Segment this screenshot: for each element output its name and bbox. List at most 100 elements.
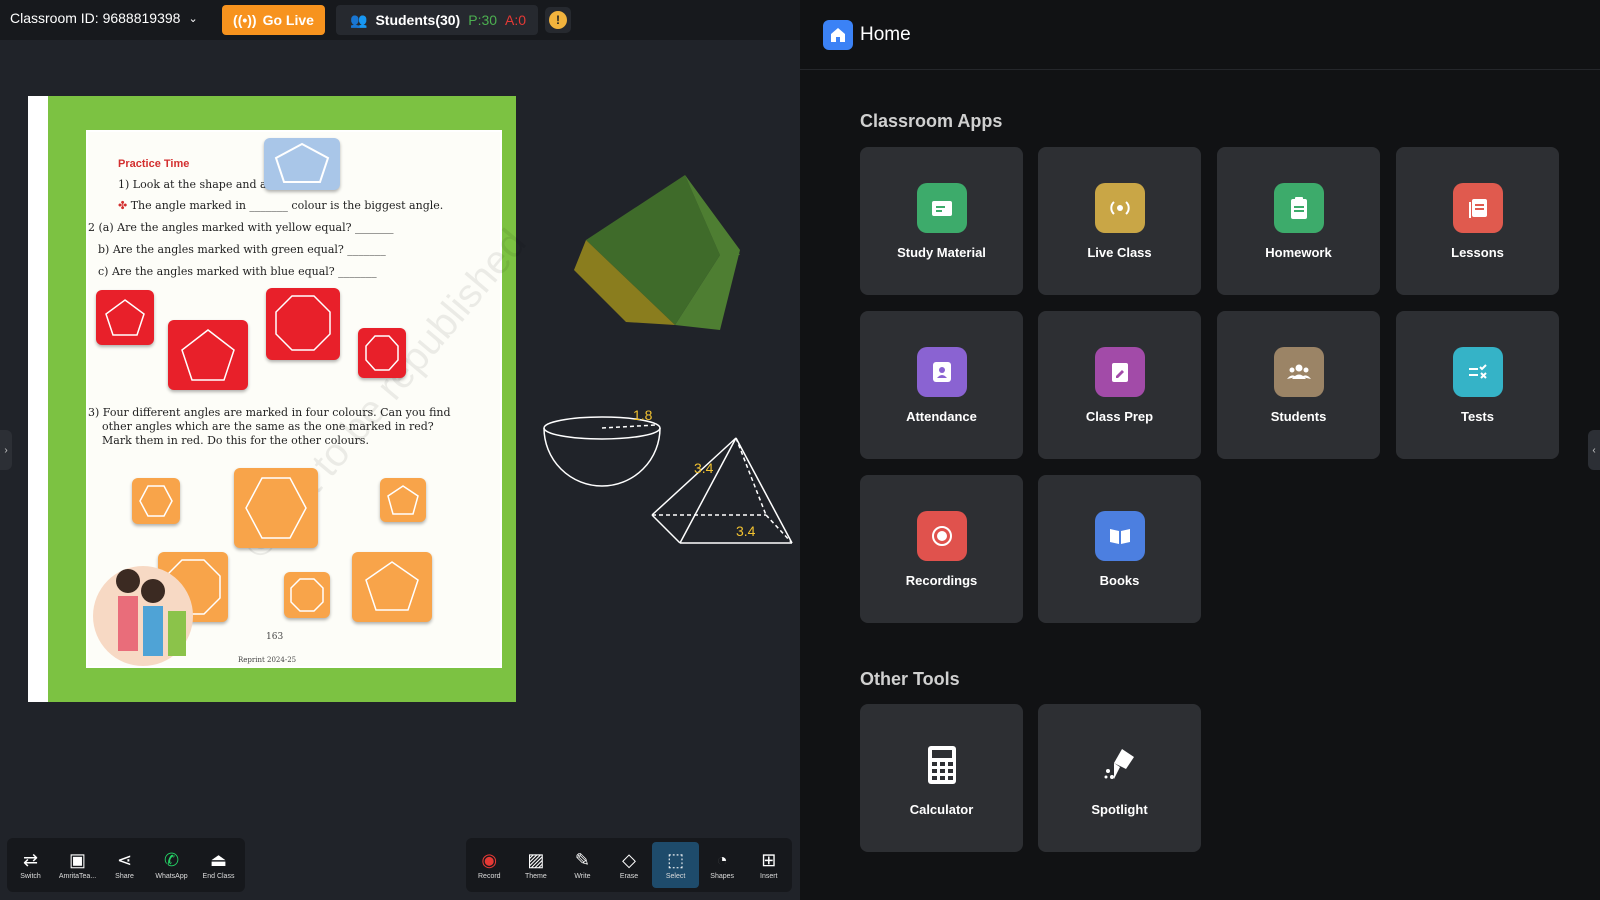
write-button[interactable]: ✎ Write [559,838,606,892]
insert-button[interactable]: ⊞ Insert [745,838,792,892]
record-label: Record [478,872,501,880]
whatsapp-button[interactable]: ✆ WhatsApp [148,838,195,892]
shapes-label: Shapes [710,872,735,880]
app-label: Students [1270,408,1327,424]
page-footer: Reprint 2024-25 [238,656,297,664]
spotlight-icon [1095,740,1145,790]
classroom-apps-title: Classroom Apps [860,111,1003,131]
edit-note-icon [1094,346,1145,397]
app-homework[interactable]: Homework [1217,147,1380,295]
share-label: Share [115,872,134,880]
app-label: Attendance [906,408,977,424]
whiteboard-drawings[interactable]: 1.8 3.4 3.4 [530,170,800,550]
whiteboard-area[interactable]: Classroom ID: 9688819398 ⌄ ((•)) Go Live… [0,0,800,900]
present-count: P:30 [468,12,498,28]
erase-label: Erase [619,872,639,880]
tool-spotlight[interactable]: Spotlight [1038,704,1201,852]
attendance-icon [916,346,967,397]
folder-icon [916,182,967,233]
app-lessons[interactable]: Lessons [1396,147,1559,295]
app-tests[interactable]: Tests [1396,311,1559,459]
theme-icon: ▨ [527,849,545,870]
app-label: Homework [1265,244,1332,260]
app-class-prep[interactable]: Class Prep [1038,311,1201,459]
select-button[interactable]: ⬚ Select [652,842,699,888]
record-icon [916,510,967,561]
chevron-down-icon: ⌄ [188,12,198,25]
left-panel-toggle[interactable]: › [0,430,12,470]
orange-pentagon-large [352,552,432,622]
app-recordings[interactable]: Recordings [860,475,1023,623]
app-live-class[interactable]: Live Class [1038,147,1201,295]
test-icon [1452,346,1503,397]
tool-calculator[interactable]: Calculator [860,704,1023,852]
practice-title: Practice Time [118,158,190,170]
worksheet-content: © not to be republished Practice Time 1)… [88,132,535,666]
write-label: Write [574,872,591,880]
end-class-button[interactable]: ⏏ End Class [195,838,242,892]
students-button[interactable]: 👥 Students(30) P:30 A:0 [336,5,538,35]
alert-button[interactable]: ! [545,7,571,33]
home-panel: Home ‹ Classroom Apps Study Material Liv… [800,0,1600,900]
share-button[interactable]: ⋖ Share [101,838,148,892]
other-tools-title: Other Tools [860,669,960,689]
tool-label: Calculator [909,801,974,817]
app-study-material[interactable]: Study Material [860,147,1023,295]
end-class-label: End Class [202,872,235,880]
whatsapp-label: WhatsApp [155,872,188,880]
erase-button[interactable]: ◇ Erase [606,838,653,892]
avatar-icon: ▣ [68,849,86,870]
home-icon[interactable] [823,20,853,50]
worksheet-page: © not to be republished Practice Time 1)… [28,96,535,702]
question-3-line1: 3) Four different angles are marked in f… [88,406,451,419]
switch-label: Switch [20,872,41,880]
pen-icon: ✎ [574,849,590,870]
teacher-button[interactable]: ▣ AmritaTea... [54,838,101,892]
chevron-right-icon: › [4,444,8,456]
record-icon: ◉ [481,849,498,870]
switch-button[interactable]: ⇄ Switch [7,838,54,892]
go-live-label: Go Live [262,12,314,28]
app-label: Books [1099,572,1140,588]
alert-icon: ! [549,11,567,29]
open-book-icon [1094,510,1145,561]
teacher-label: AmritaTea... [58,872,97,880]
select-label: Select [665,872,686,880]
illustration-girls [88,546,208,666]
home-header: Home [800,0,1600,70]
pyramid-shape [651,437,793,544]
app-attendance[interactable]: Attendance [860,311,1023,459]
students-label: Students(30) [375,12,461,28]
bullet-icon: ✤ [118,199,131,212]
end-class-icon: ⏏ [209,849,227,870]
home-title: Home [860,24,911,45]
pentagon-image [264,138,340,190]
app-books[interactable]: Books [1038,475,1201,623]
shapes-icon: ◔ [716,849,728,870]
classroom-id-label: Classroom ID: 9688819398 [10,10,181,26]
select-icon: ⬚ [667,849,685,870]
question-2b: b) Are the angles marked with green equa… [98,243,386,256]
question-2c: c) Are the angles marked with blue equal… [98,265,377,278]
page-border-top [48,96,516,130]
broadcast-icon: ((•)) [233,12,257,28]
right-panel-toggle[interactable]: ‹ [1588,430,1600,470]
group-icon [1273,346,1324,397]
book-stack-icon [1452,182,1503,233]
go-live-button[interactable]: ((•)) Go Live [222,5,325,35]
group-icon: 👥 [350,11,368,28]
calculator-icon [917,740,967,790]
insert-icon: ⊞ [761,849,777,870]
theme-button[interactable]: ▨ Theme [513,838,560,892]
page-border-left [48,96,86,702]
app-label: Lessons [1451,244,1504,260]
shapes-button[interactable]: ◔ Shapes [699,838,746,892]
question-3-line2: other angles which are the same as the o… [102,420,434,433]
app-students[interactable]: Students [1217,311,1380,459]
absent-count: A:0 [505,12,527,28]
orange-pentagon-small [380,478,426,522]
theme-label: Theme [524,872,547,880]
classroom-id-dropdown[interactable]: Classroom ID: 9688819398 ⌄ [10,10,198,26]
red-pentagon-small [96,290,154,345]
record-button[interactable]: ◉ Record [466,838,513,892]
